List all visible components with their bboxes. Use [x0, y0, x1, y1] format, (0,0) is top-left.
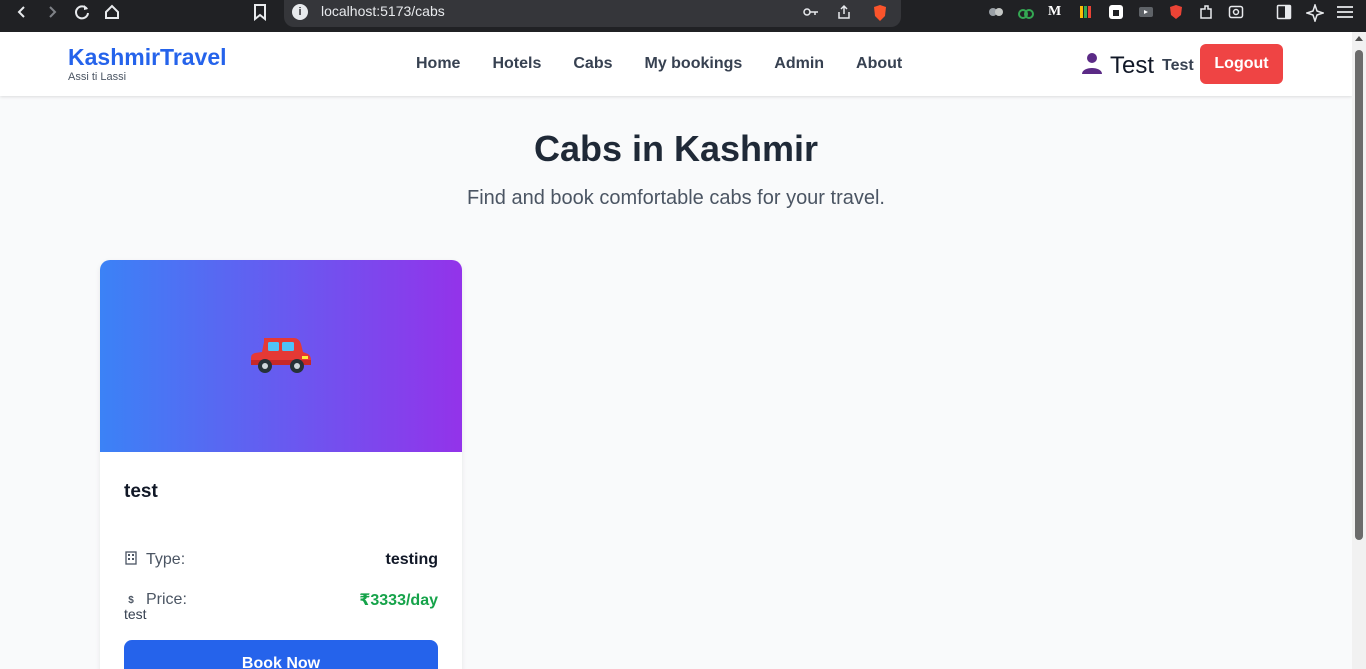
main-nav: Home Hotels Cabs My bookings Admin About: [400, 32, 918, 96]
extension-1-icon[interactable]: [988, 4, 1004, 20]
extension-4-icon[interactable]: [1108, 4, 1124, 20]
cab-price-row: $ Price: ₹3333/day: [124, 589, 438, 611]
cab-type-value: testing: [385, 551, 438, 568]
page-title: Cabs in Kashmir: [533, 128, 819, 169]
menu-icon[interactable]: [1336, 4, 1353, 20]
back-icon[interactable]: [10, 0, 34, 24]
cab-price-label: Price:: [146, 591, 187, 608]
cab-banner: [100, 260, 462, 452]
cab-type-label: Type:: [146, 551, 186, 568]
nav-admin[interactable]: Admin: [758, 55, 840, 73]
bookmark-icon[interactable]: [248, 0, 272, 24]
reload-icon[interactable]: [70, 0, 94, 24]
site-info-icon[interactable]: i: [292, 4, 308, 20]
cab-type-row: Type: testing: [124, 549, 438, 571]
page-scrollbar[interactable]: [1352, 32, 1366, 669]
page-viewport: KashmirTravel Assi ti Lassi Home Hotels …: [0, 32, 1352, 669]
page-subtitle: Find and book comfortable cabs for your …: [467, 187, 885, 209]
nav-about[interactable]: About: [840, 55, 918, 73]
key-icon[interactable]: [802, 4, 818, 20]
home-icon[interactable]: [100, 0, 124, 24]
medium-extension-icon[interactable]: M: [1048, 4, 1064, 20]
address-bar[interactable]: i localhost:5173/cabs: [284, 0, 901, 27]
puzzle-icon[interactable]: [1198, 4, 1214, 20]
site-header: KashmirTravel Assi ti Lassi Home Hotels …: [0, 32, 1352, 96]
user-avatar-icon: [1080, 51, 1104, 80]
cab-card: test Type: testing $ Price: ₹3333/day te…: [100, 260, 462, 669]
user-name: Test: [1110, 51, 1155, 79]
url-text: localhost:5173/cabs: [321, 3, 445, 19]
browser-chrome: i localhost:5173/cabs M: [0, 0, 1366, 32]
extension-3-icon[interactable]: [1078, 4, 1094, 20]
user-info: Test Test: [1080, 51, 1194, 80]
building-icon: [124, 550, 138, 570]
book-now-button[interactable]: Book Now: [124, 640, 438, 669]
cab-price-value: ₹3333/day: [359, 592, 438, 609]
car-icon: [250, 332, 312, 381]
nav-cabs[interactable]: Cabs: [557, 55, 628, 73]
extension-2-icon[interactable]: [1018, 4, 1034, 20]
wallet-icon[interactable]: [1228, 4, 1244, 20]
scroll-up-icon[interactable]: [1355, 36, 1363, 41]
sidebar-icon[interactable]: [1276, 4, 1292, 20]
brand[interactable]: KashmirTravel Assi ti Lassi: [68, 44, 227, 83]
nav-my-bookings[interactable]: My bookings: [628, 55, 758, 73]
logout-button[interactable]: Logout: [1200, 44, 1283, 84]
cab-description: test: [124, 606, 147, 622]
extension-5-icon[interactable]: [1138, 4, 1154, 20]
dollar-icon: $: [128, 594, 134, 606]
brand-tagline: Assi ti Lassi: [68, 71, 127, 83]
share-icon[interactable]: [836, 4, 852, 20]
brand-name[interactable]: KashmirTravel: [68, 44, 227, 70]
nav-hotels[interactable]: Hotels: [476, 55, 557, 73]
scrollbar-thumb[interactable]: [1355, 50, 1363, 540]
leo-ai-icon[interactable]: [1306, 4, 1324, 22]
brave-shield-icon[interactable]: [872, 4, 888, 21]
forward-icon[interactable]: [40, 0, 64, 24]
user-label: Test: [1162, 56, 1194, 74]
nav-home[interactable]: Home: [400, 55, 476, 73]
extension-6-icon[interactable]: [1168, 4, 1184, 20]
cab-name: test: [124, 481, 158, 502]
